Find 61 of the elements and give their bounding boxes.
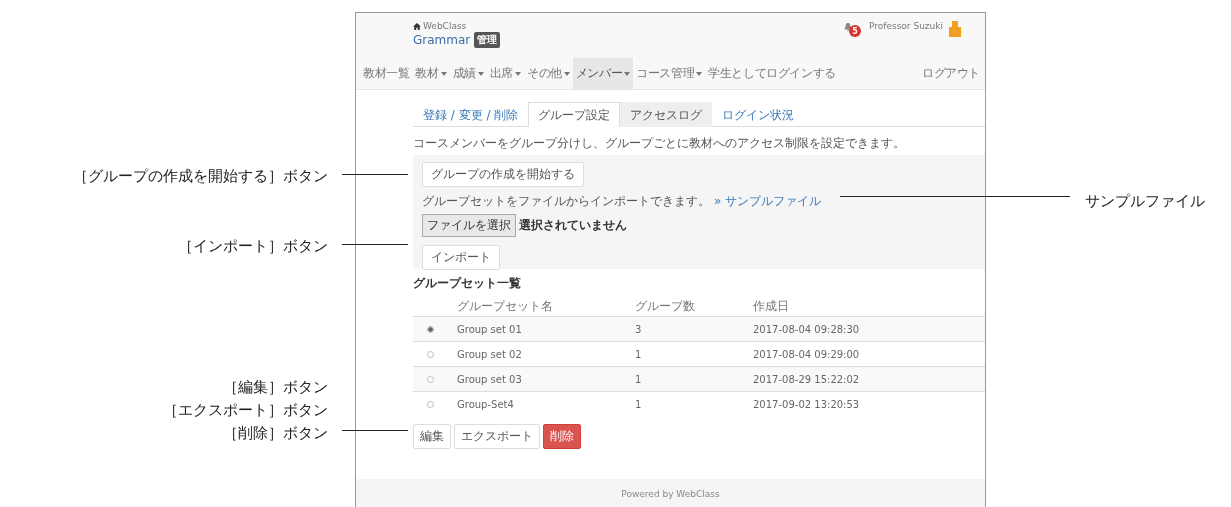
sample-file-link[interactable]: » サンプルファイル [714, 193, 822, 210]
nav-menu-item[interactable]: 教材 [412, 58, 450, 89]
nav-menu-item[interactable]: コース管理 [633, 58, 706, 89]
radio-button[interactable] [427, 351, 434, 358]
nav-menu-item[interactable]: 成績 [449, 58, 487, 89]
leader-line [342, 430, 408, 431]
callout-label: ［エクスポート］ボタン [163, 400, 328, 421]
table-cell: Group set 02 [457, 348, 522, 360]
column-header: グループ数 [635, 298, 695, 313]
column-header: グループセット名 [457, 298, 553, 313]
home-link[interactable]: WebClass [423, 21, 467, 31]
tab[interactable]: ログイン状況 [712, 102, 805, 127]
callout-label: ［インポート］ボタン [178, 236, 328, 257]
notification-icon[interactable] [843, 22, 853, 32]
table-cell: 2017-09-02 13:20:53 [753, 398, 860, 410]
import-hint-text: グループセットをファイルからインポートできます。 [422, 193, 710, 210]
table-cell: Group set 01 [457, 323, 522, 335]
course-title: Grammar [413, 33, 471, 47]
start-group-button[interactable]: グループの作成を開始する [422, 162, 584, 187]
choose-file-button[interactable]: ファイルを選択 [422, 214, 516, 237]
table-cell: 2017-08-04 09:28:30 [753, 323, 860, 335]
table-cell: 2017-08-29 15:22:02 [753, 373, 860, 385]
logout-link[interactable]: ログアウト [919, 58, 983, 89]
action-button[interactable]: エクスポート [454, 424, 540, 449]
avatar-icon[interactable] [949, 21, 961, 37]
column-header: 作成日 [753, 298, 789, 313]
delete-button[interactable]: 削除 [543, 424, 581, 449]
notification-count: 5 [849, 25, 861, 37]
table-cell: 1 [635, 373, 642, 385]
leader-line [342, 174, 408, 175]
callout-label: ［グループの作成を開始する］ボタン [73, 166, 328, 187]
radio-button[interactable] [427, 401, 434, 408]
nav-menu-item[interactable]: その他 [524, 58, 573, 89]
callout-label: サンプルファイル [1085, 191, 1205, 212]
table-cell: 3 [635, 323, 642, 335]
tab[interactable]: グループ設定 [528, 102, 621, 127]
table-cell: 1 [635, 348, 642, 360]
callout-label: ［編集］ボタン [222, 377, 328, 398]
leader-line [342, 244, 408, 245]
section-heading: グループセット一覧 [413, 275, 522, 292]
file-status-text: 選択されていません [519, 217, 627, 234]
table-cell: Group-Set4 [457, 398, 514, 410]
tab[interactable]: アクセスログ [620, 102, 713, 127]
nav-menu-item[interactable]: メンバー [572, 58, 634, 89]
user-name[interactable]: Professor Suzuki [869, 21, 943, 31]
role-badge: 管理 [474, 32, 501, 48]
nav-menu-item[interactable]: 教材一覧 [360, 58, 413, 89]
nav-menu-item[interactable]: 学生としてログインする [705, 58, 839, 89]
nav-menu-item[interactable]: 出席 [486, 58, 524, 89]
action-button[interactable]: 編集 [413, 424, 451, 449]
table-cell: Group set 03 [457, 373, 522, 385]
description-text: コースメンバーをグループ分けし、グループごとに教材へのアクセス制限を設定できます。 [413, 135, 906, 150]
table-cell: 2017-08-04 09:29:00 [753, 348, 860, 360]
callout-label: ［削除］ボタン [222, 423, 328, 444]
tab[interactable]: 登録 / 変更 / 削除 [413, 102, 529, 127]
footer-text: Powered by WebClass [621, 488, 720, 499]
radio-button[interactable] [427, 326, 434, 333]
radio-button[interactable] [427, 376, 434, 383]
table-cell: 1 [635, 398, 642, 410]
home-icon [413, 22, 421, 30]
import-button[interactable]: インポート [422, 245, 500, 270]
